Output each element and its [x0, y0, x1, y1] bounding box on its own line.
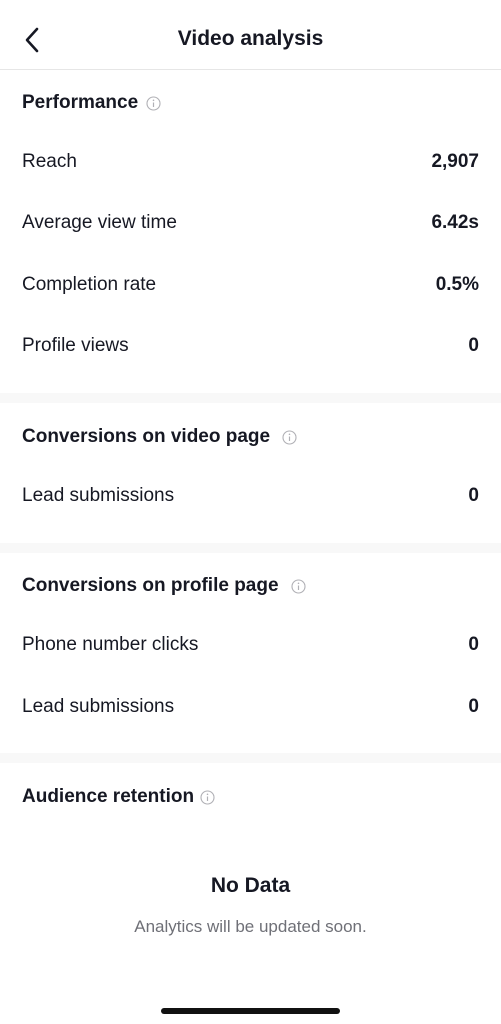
metric-row-lead-submissions-video: Lead submissions 0	[22, 481, 479, 511]
metric-value: 0	[468, 634, 479, 655]
metric-label: Average view time	[22, 212, 177, 233]
profile-conversions-section-title: Conversions on profile page	[22, 575, 306, 597]
metric-value: 0	[468, 335, 479, 356]
section-divider	[0, 543, 501, 553]
video-conversions-title-text: Conversions on video page	[22, 426, 271, 447]
empty-state-title: No Data	[210, 874, 291, 897]
metric-row-completion-rate: Completion rate 0.5%	[22, 270, 479, 300]
video-analysis-page: Video analysis Performance Reach 2,907 A…	[0, 0, 501, 1024]
home-indicator[interactable]	[161, 1008, 340, 1014]
metric-label: Completion rate	[22, 274, 157, 295]
info-icon[interactable]	[290, 578, 306, 594]
metric-label: Reach	[22, 151, 77, 172]
video-conversions-section-title: Conversions on video page	[22, 426, 297, 448]
metric-value: 6.42s	[431, 212, 479, 233]
audience-retention-title-text: Audience retention	[22, 786, 195, 807]
metric-label: Lead submissions	[22, 696, 175, 717]
section-divider	[0, 753, 501, 763]
performance-title-text: Performance	[22, 92, 139, 113]
metric-value: 0	[468, 696, 479, 717]
metric-row-average-view-time: Average view time 6.42s	[22, 208, 479, 238]
metric-value: 2,907	[431, 151, 479, 172]
metric-value: 0	[468, 485, 479, 506]
empty-state-subtitle: Analytics will be updated soon.	[134, 917, 367, 936]
info-icon[interactable]	[282, 429, 297, 445]
metric-row-profile-views: Profile views 0	[22, 331, 479, 361]
metric-row-lead-submissions-profile: Lead submissions 0	[22, 692, 479, 722]
metric-label: Lead submissions	[22, 485, 175, 506]
performance-section-title: Performance	[22, 92, 161, 114]
metric-row-phone-number-clicks: Phone number clicks 0	[22, 630, 479, 660]
info-icon[interactable]	[146, 95, 161, 111]
metric-row-reach: Reach 2,907	[22, 147, 479, 177]
metric-label: Profile views	[22, 335, 129, 356]
metric-value: 0.5%	[435, 274, 479, 295]
metric-label: Phone number clicks	[22, 634, 199, 655]
profile-conversions-title-text: Conversions on profile page	[22, 575, 279, 596]
info-icon[interactable]	[200, 789, 215, 805]
section-divider	[0, 393, 501, 403]
header-bar: Video analysis	[0, 0, 501, 70]
page-title: Video analysis	[177, 27, 324, 50]
audience-retention-section-title: Audience retention	[22, 786, 215, 808]
